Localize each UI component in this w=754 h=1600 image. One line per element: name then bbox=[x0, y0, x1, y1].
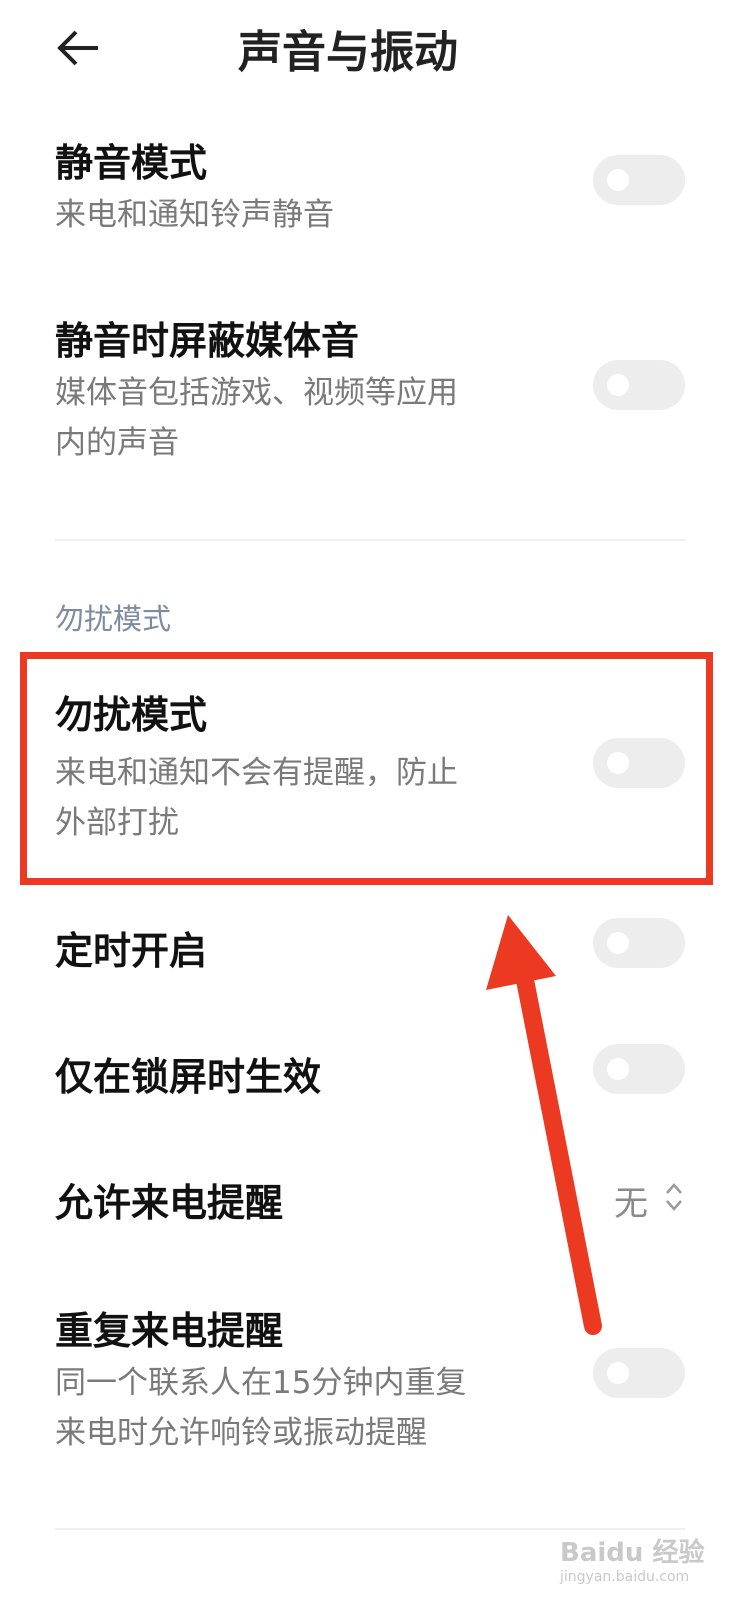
setting-row-lockscreen-only[interactable]: 仅在锁屏时生效 bbox=[0, 1036, 560, 1106]
watermark: Baidu 经验 jingyan.baidu.com bbox=[560, 1532, 704, 1585]
mute-media-toggle[interactable] bbox=[593, 360, 685, 410]
allow-calls-value: 无 bbox=[614, 1184, 648, 1224]
setting-subtitle: 来电和通知不会有提醒，防止 bbox=[55, 755, 458, 791]
setting-subtitle: 来电时允许响铃或振动提醒 bbox=[55, 1415, 427, 1451]
section-header-dnd: 勿扰模式 bbox=[55, 602, 172, 636]
setting-subtitle: 外部打扰 bbox=[55, 805, 179, 841]
divider bbox=[55, 1528, 685, 1530]
setting-title: 静音模式 bbox=[55, 141, 208, 185]
setting-subtitle: 同一个联系人在15分钟内重复 bbox=[55, 1365, 467, 1401]
up-down-chevron-icon bbox=[666, 1183, 682, 1211]
setting-subtitle: 来电和通知铃声静音 bbox=[55, 197, 334, 233]
lockscreen-only-toggle[interactable] bbox=[593, 1044, 685, 1094]
setting-subtitle: 内的声音 bbox=[55, 425, 179, 461]
watermark-url: jingyan.baidu.com bbox=[560, 1569, 690, 1585]
setting-title: 仅在锁屏时生效 bbox=[55, 1055, 322, 1099]
setting-title: 重复来电提醒 bbox=[55, 1309, 284, 1353]
dnd-toggle[interactable] bbox=[593, 738, 685, 788]
setting-row-scheduled[interactable]: 定时开启 bbox=[0, 910, 560, 980]
setting-title: 勿扰模式 bbox=[55, 693, 208, 737]
repeat-calls-toggle[interactable] bbox=[593, 1348, 685, 1398]
back-button[interactable] bbox=[52, 24, 108, 72]
scheduled-toggle[interactable] bbox=[593, 918, 685, 968]
watermark-text: Baidu 经验 bbox=[560, 1538, 705, 1568]
setting-title: 静音时屏蔽媒体音 bbox=[55, 319, 360, 363]
setting-row-allow-calls[interactable]: 允许来电提醒 无 bbox=[0, 1164, 754, 1234]
silent-mode-toggle[interactable] bbox=[593, 155, 685, 205]
page-title: 声音与振动 bbox=[238, 27, 458, 78]
setting-title: 定时开启 bbox=[55, 929, 208, 973]
setting-subtitle: 媒体音包括游戏、视频等应用 bbox=[55, 375, 458, 411]
setting-title: 允许来电提醒 bbox=[55, 1181, 284, 1225]
back-arrow-icon bbox=[57, 30, 98, 66]
divider bbox=[55, 539, 685, 541]
